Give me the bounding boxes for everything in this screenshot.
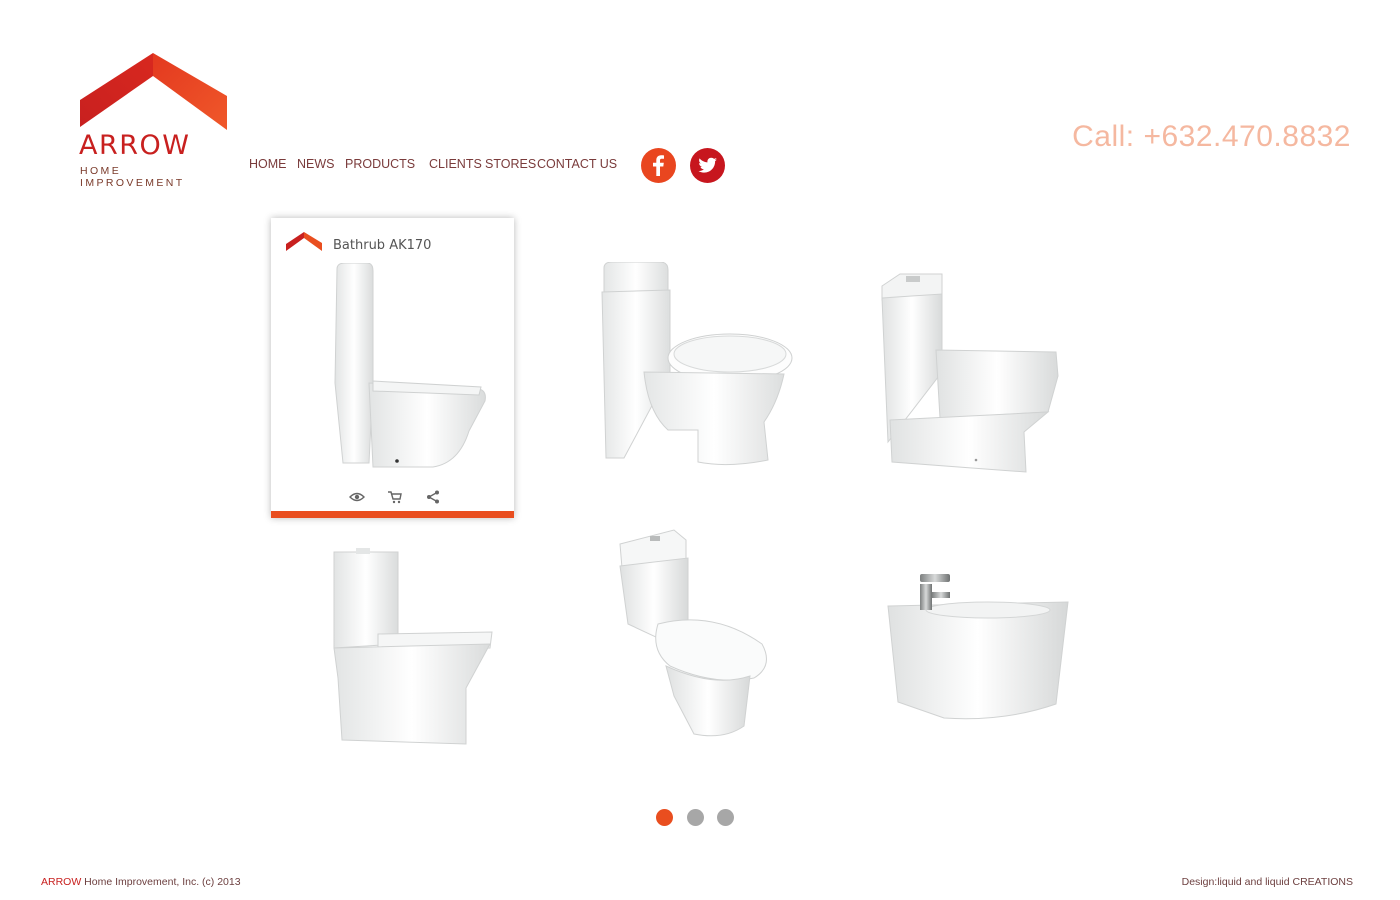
nav-item-news[interactable]: NEWS <box>297 157 335 171</box>
phone-number[interactable]: Call: +632.470.8832 <box>1072 120 1351 154</box>
footer-credit[interactable]: Design:liquid and liquid CREATIONS <box>1182 876 1353 888</box>
logo-wordmark: ARROW <box>79 130 191 161</box>
logo[interactable]: ARROW HOME IMPROVEMENT <box>79 52 229 189</box>
product-toilet-square-tall[interactable] <box>332 548 497 748</box>
twitter-icon <box>698 157 717 173</box>
nav-item-products[interactable]: PRODUCTS <box>345 157 415 171</box>
eye-icon[interactable] <box>349 490 365 504</box>
nav-item-clients[interactable]: CLIENTS <box>429 157 482 171</box>
product-bidet[interactable] <box>884 572 1074 727</box>
share-icon[interactable] <box>425 490 441 504</box>
cart-icon[interactable] <box>387 490 403 504</box>
product-toilet-square[interactable] <box>880 272 1065 477</box>
footer-copyright-text: Home Improvement, Inc. (c) 2013 <box>84 876 241 888</box>
footer-brand: ARROW <box>41 876 82 888</box>
roof-logo-icon <box>80 53 227 130</box>
product-title: Bathrub AK170 <box>333 238 432 253</box>
pager-dot-3[interactable] <box>717 809 734 826</box>
facebook-icon <box>653 155 664 176</box>
product-toilet-modern[interactable] <box>614 526 774 741</box>
card-accent-bar <box>271 511 514 518</box>
logo-tagline: HOME IMPROVEMENT <box>80 165 185 189</box>
product-image <box>334 263 486 468</box>
facebook-button[interactable] <box>641 148 676 183</box>
nav-item-stores[interactable]: STORES <box>485 157 536 171</box>
product-card-featured[interactable]: Bathrub AK170 <box>271 218 514 518</box>
nav-item-home[interactable]: HOME <box>249 157 287 171</box>
pager-dot-2[interactable] <box>687 809 704 826</box>
nav-item-contact-us[interactable]: CONTACT US <box>537 157 617 171</box>
product-toilet-classic[interactable] <box>598 262 798 472</box>
twitter-button[interactable] <box>690 148 725 183</box>
product-actions <box>271 490 514 504</box>
pager-dot-1[interactable] <box>656 809 673 826</box>
roof-logo-icon <box>286 232 322 251</box>
footer-copyright: ARROW Home Improvement, Inc. (c) 2013 <box>41 876 241 888</box>
